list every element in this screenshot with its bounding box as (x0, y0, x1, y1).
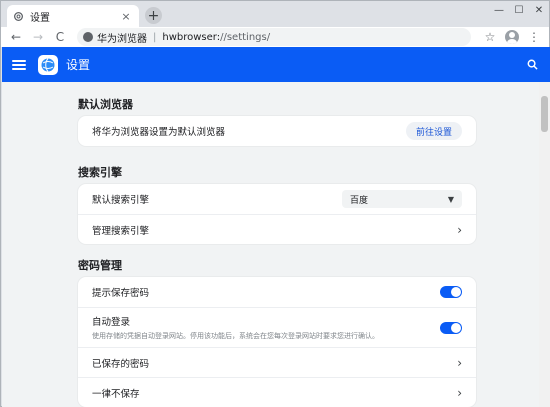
tab-close-button[interactable]: × (119, 10, 133, 23)
scrollbar-thumb[interactable] (541, 96, 548, 132)
row-label: 管理搜索引擎 (92, 225, 150, 237)
browser-window: 设置 × + — ☐ ✕ ← → C 华为浏览器 | hwbrowser: //… (0, 0, 550, 407)
row-label: 自动登录 使用存储的凭据自动登录网站。停用该功能后，系统会在您每次登录网站时要求… (92, 314, 440, 341)
row-manage-search-engines[interactable]: 管理搜索引擎 › (78, 214, 476, 244)
row-offer-save-passwords: 提示保存密码 (78, 277, 476, 307)
settings-header: 设置 (2, 47, 550, 82)
chevron-right-icon: › (457, 385, 462, 400)
url-path: //settings/ (220, 31, 271, 43)
window-controls: — ☐ ✕ (489, 1, 549, 23)
section-title: 密码管理 (78, 259, 122, 272)
search-engine-select[interactable]: 百度 ▼ (342, 190, 462, 208)
auto-sign-in-label: 自动登录 (92, 317, 131, 328)
hamburger-menu-icon[interactable] (12, 59, 26, 70)
tab-strip: 设置 × + — ☐ ✕ (1, 1, 549, 27)
profile-button[interactable] (503, 28, 521, 46)
menu-dots-icon[interactable]: ⋮ (525, 28, 543, 46)
maximize-button[interactable]: ☐ (509, 1, 529, 19)
row-label: 提示保存密码 (92, 288, 150, 299)
settings-content: 默认浏览器 将华为浏览器设置为默认浏览器 前往设置 搜索引擎 默认搜索引擎 百度… (2, 82, 539, 407)
settings-card: 默认搜索引擎 百度 ▼ 管理搜索引擎 › (78, 184, 476, 244)
settings-card: 提示保存密码 自动登录 使用存储的凭据自动登录网站。停用该功能后，系统会在您每次… (78, 277, 476, 407)
settings-card: 将华为浏览器设置为默认浏览器 前往设置 (78, 116, 476, 146)
auto-sign-in-description: 使用存储的凭据自动登录网站。停用该功能后，系统会在您每次登录网站时要求您进行确认… (92, 332, 379, 340)
row-label: 将华为浏览器设置为默认浏览器 (92, 127, 226, 138)
section-passwords: 密码管理 提示保存密码 自动登录 使用存储的凭据自动登录网站。停用该功能后，系统… (78, 257, 476, 407)
close-window-button[interactable]: ✕ (529, 1, 549, 19)
section-title: 搜索引擎 (78, 166, 122, 179)
address-separator: | (153, 31, 157, 43)
huawei-browser-logo (38, 54, 58, 75)
bookmark-star-icon[interactable]: ☆ (481, 28, 499, 46)
row-default-search-engine: 默认搜索引擎 百度 ▼ (78, 184, 476, 214)
row-saved-passwords[interactable]: 已保存的密码 › (78, 347, 476, 377)
back-button[interactable]: ← (7, 28, 25, 46)
row-set-default-browser: 将华为浏览器设置为默认浏览器 前往设置 (78, 116, 476, 146)
select-value: 百度 (350, 195, 369, 206)
page-title: 设置 (66, 58, 91, 72)
browser-toolbar: ← → C 华为浏览器 | hwbrowser: //settings/ ☆ ⋮ (1, 27, 549, 47)
toolbar-actions: ☆ ⋮ (477, 28, 543, 46)
site-info-icon (83, 32, 93, 42)
section-default-browser: 默认浏览器 将华为浏览器设置为默认浏览器 前往设置 (78, 96, 476, 146)
go-to-settings-button[interactable]: 前往设置 (405, 122, 462, 140)
scrollbar[interactable] (539, 82, 550, 407)
avatar (505, 30, 519, 44)
section-title: 默认浏览器 (78, 98, 133, 111)
chevron-right-icon: › (457, 355, 462, 370)
row-auto-sign-in: 自动登录 使用存储的凭据自动登录网站。停用该功能后，系统会在您每次登录网站时要求… (78, 307, 476, 347)
row-never-saved[interactable]: 一律不保存 › (78, 377, 476, 407)
address-bar[interactable]: 华为浏览器 | hwbrowser: //settings/ (77, 28, 471, 46)
site-chip[interactable]: 华为浏览器 (83, 30, 147, 45)
minimize-button[interactable]: — (489, 1, 509, 19)
forward-button[interactable]: → (29, 28, 47, 46)
gear-icon (14, 11, 23, 21)
chevron-right-icon: › (457, 222, 462, 237)
url-scheme: hwbrowser: (162, 31, 221, 43)
row-label: 一律不保存 (92, 388, 140, 400)
section-search-engine: 搜索引擎 默认搜索引擎 百度 ▼ 管理搜索引擎 › (78, 164, 476, 244)
site-label: 华为浏览器 (97, 33, 147, 45)
row-label: 已保存的密码 (92, 358, 150, 370)
row-label: 默认搜索引擎 (92, 195, 150, 206)
tab-settings[interactable]: 设置 × (7, 5, 139, 27)
dropdown-triangle-icon: ▼ (447, 194, 454, 204)
offer-save-passwords-toggle[interactable] (440, 286, 462, 298)
auto-sign-in-toggle[interactable] (440, 321, 462, 334)
new-tab-button[interactable]: + (145, 7, 162, 24)
tab-title: 设置 (30, 12, 50, 24)
reload-button[interactable]: C (51, 28, 69, 46)
globe-icon (41, 57, 55, 72)
search-icon[interactable] (524, 57, 540, 73)
